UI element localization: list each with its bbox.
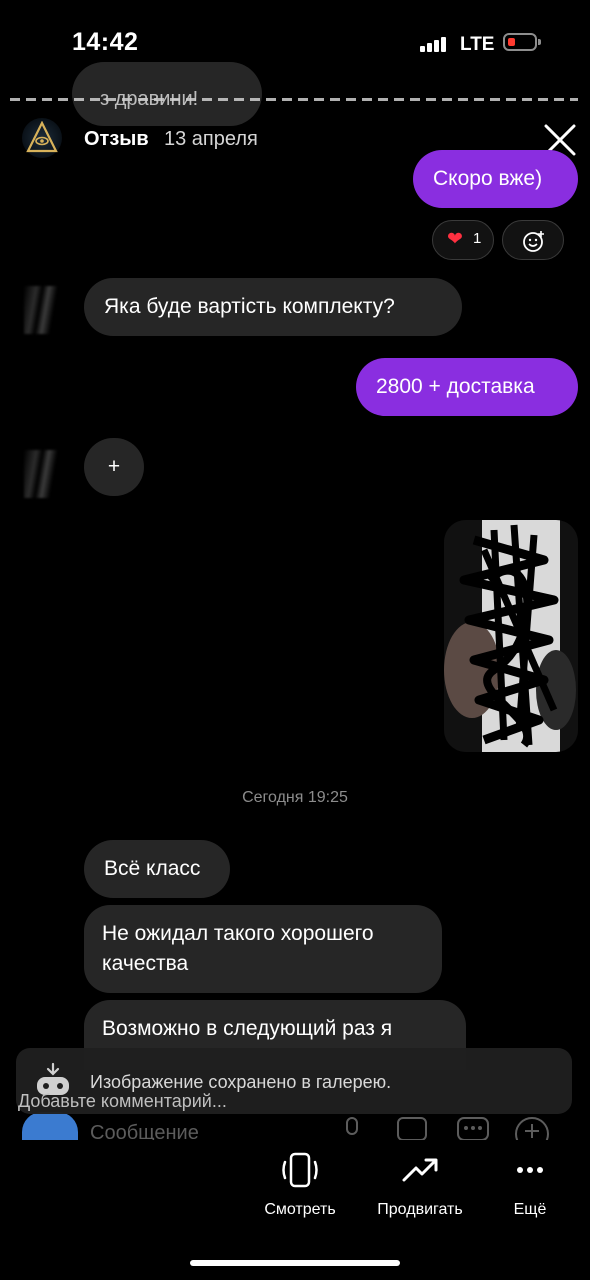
story-date: 13 апреля — [164, 128, 258, 150]
add-button[interactable]: + — [84, 438, 144, 496]
heart-icon: ❤ — [447, 229, 463, 250]
add-emoji-icon — [523, 231, 544, 252]
reaction-heart[interactable]: ❤ 1 — [432, 220, 494, 260]
toast-message: Изображение сохранено в галерею. — [90, 1072, 392, 1092]
scribble-image — [444, 520, 578, 752]
story-progress-bar — [10, 98, 578, 101]
message-line: Не ожидал такого хорошего — [102, 922, 374, 945]
more-button[interactable]: Ещё — [490, 1150, 570, 1219]
more-label: Ещё — [513, 1201, 547, 1218]
censored-photo[interactable] — [444, 520, 578, 752]
message-incoming: Не ожидал такого хорошего качества — [84, 905, 442, 993]
view-label: Смотреть — [264, 1201, 336, 1218]
plus-circle-icon[interactable] — [514, 1116, 550, 1140]
story-author-name[interactable]: Отзыв — [84, 128, 149, 151]
message-incoming: Яка буде вартість комплекту? — [84, 278, 462, 336]
promote-button[interactable]: Продвигать — [365, 1150, 475, 1219]
sender-avatar — [24, 286, 58, 334]
profile-avatar[interactable] — [22, 118, 62, 158]
message-outgoing: 2800 + доставка — [356, 358, 578, 416]
pyramid-eye-icon — [26, 121, 58, 153]
promote-label: Продвигать — [377, 1201, 463, 1218]
message-incoming: Всё класс — [84, 840, 230, 898]
home-indicator[interactable] — [190, 1260, 400, 1266]
microphone-icon[interactable] — [340, 1116, 364, 1140]
gallery-icon[interactable] — [396, 1116, 428, 1140]
phone-rotate-icon — [282, 1152, 318, 1188]
comment-input[interactable]: Добавьте комментарий... — [18, 1091, 227, 1112]
message-line: качества — [102, 952, 189, 975]
trending-up-icon — [402, 1158, 438, 1182]
more-dots-icon — [517, 1167, 543, 1173]
network-type: LTE — [460, 34, 495, 55]
message-outgoing: Скоро вже) — [413, 150, 578, 208]
view-button[interactable]: Смотреть — [250, 1150, 350, 1219]
sender-avatar — [24, 450, 58, 498]
battery-icon — [503, 33, 541, 51]
reaction-count: 1 — [473, 230, 482, 247]
signal-icon — [420, 36, 450, 52]
sticker-icon[interactable] — [456, 1116, 490, 1140]
add-reaction-button[interactable] — [502, 220, 564, 260]
chat-timestamp: Сегодня 19:25 — [242, 789, 348, 806]
status-time: 14:42 — [72, 28, 139, 56]
